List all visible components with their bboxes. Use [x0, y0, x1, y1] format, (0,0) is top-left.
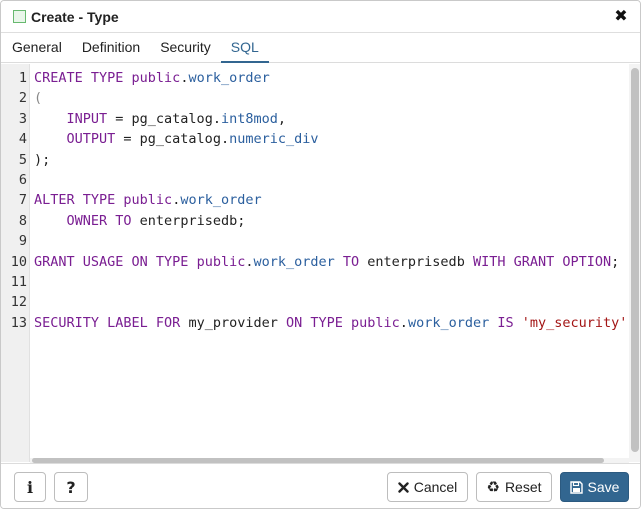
reset-button-label: Reset: [504, 479, 542, 495]
reset-button[interactable]: ♻ Reset: [476, 472, 552, 502]
code-token: numeric_div: [229, 131, 319, 148]
code-token: OWNER TO: [34, 212, 132, 229]
code-token: SECURITY LABEL FOR: [34, 314, 181, 331]
code-token: WITH GRANT OPTION: [472, 253, 612, 270]
type-icon: [13, 10, 26, 23]
line-number: 6: [18, 171, 27, 188]
code-line-text: (: [34, 88, 42, 108]
code-token: my_provider: [180, 314, 286, 331]
code-token: .: [399, 314, 408, 331]
code-line[interactable]: 7 ALTER TYPE public.work_order: [1, 190, 629, 210]
create-type-dialog: Create - Type ✖ General Definition Secur…: [0, 0, 641, 509]
code-token: ALTER TYPE: [34, 192, 116, 209]
code-line-text: CREATE TYPE public.work_order: [34, 68, 270, 88]
code-token: public: [115, 192, 173, 209]
code-token: OUTPUT: [34, 131, 116, 148]
save-button-label: Save: [587, 479, 620, 495]
code-token: work_order: [407, 314, 490, 331]
code-token: ON TYPE: [285, 314, 343, 331]
code-token: = pg_catalog.: [115, 131, 230, 148]
line-number: 3: [18, 110, 27, 127]
code-token: );: [34, 151, 51, 168]
line-number: 9: [18, 233, 27, 250]
line-number: 8: [18, 212, 27, 229]
dialog-titlebar[interactable]: Create - Type ✖: [1, 1, 640, 33]
line-number: 5: [18, 151, 27, 168]
line-number: 10: [10, 253, 27, 270]
info-button[interactable]: i: [14, 472, 46, 502]
line-number: 4: [18, 131, 27, 148]
code-line[interactable]: 12: [1, 292, 629, 312]
code-line-text: OWNER TO enterprisedb;: [34, 211, 246, 231]
code-line-text: OUTPUT = pg_catalog.numeric_div: [34, 129, 319, 149]
code-token: 'my_security': [513, 314, 628, 331]
line-number: 1: [18, 70, 27, 86]
cancel-button-label: Cancel: [413, 479, 458, 495]
code-line-text: ALTER TYPE public.work_order: [34, 190, 262, 210]
save-button[interactable]: Save: [560, 472, 629, 502]
code-line[interactable]: 2(: [1, 88, 629, 108]
code-line[interactable]: 4 OUTPUT = pg_catalog.numeric_div: [1, 129, 629, 149]
tab-definition[interactable]: Definition: [72, 33, 150, 63]
dialog-title: Create - Type: [31, 8, 119, 25]
code-line[interactable]: 5);: [1, 150, 629, 170]
line-number: 12: [10, 294, 27, 311]
code-line[interactable]: 10 GRANT USAGE ON TYPE public.work_order …: [1, 252, 629, 272]
close-icon[interactable]: ✖: [612, 7, 630, 27]
times-icon: [398, 481, 409, 493]
vertical-scrollbar-thumb[interactable]: [631, 68, 639, 452]
code-token: public: [123, 70, 181, 86]
code-token: ,: [277, 110, 286, 127]
code-token: IS: [489, 314, 514, 331]
code-line[interactable]: 11: [1, 272, 629, 292]
line-number: 7: [18, 192, 27, 209]
code-line[interactable]: 13 SECURITY LABEL FOR my_provider ON TYPE…: [1, 313, 629, 333]
code-line[interactable]: 9: [1, 231, 629, 251]
code-line-text: INPUT = pg_catalog.int8mod,: [34, 109, 287, 129]
code-token: work_order: [180, 192, 262, 209]
code-token: enterprisedb;: [131, 212, 246, 229]
code-token: public: [188, 253, 246, 270]
code-token: public: [342, 314, 400, 331]
code-token: = pg_catalog.: [107, 110, 221, 127]
code-token: int8mod: [220, 110, 278, 127]
info-icon: i: [26, 477, 34, 497]
code-token: INPUT: [34, 110, 108, 127]
help-button[interactable]: ?: [54, 472, 88, 502]
code-line[interactable]: 1 CREATE TYPE public.work_order: [1, 68, 629, 88]
dialog-footer: i ? Cancel ♻ Reset Save: [1, 463, 640, 508]
code-line[interactable]: 8 OWNER TO enterprisedb;: [1, 211, 629, 231]
code-token: enterprisedb: [359, 253, 473, 270]
code-token: (: [34, 90, 43, 107]
line-number: 11: [10, 273, 27, 290]
cancel-button[interactable]: Cancel: [387, 472, 468, 502]
tab-bar: General Definition Security SQL: [1, 33, 640, 63]
code-token: ;: [611, 253, 620, 270]
sql-code[interactable]: 1 CREATE TYPE public.work_order 2(3 INPUT …: [1, 68, 629, 458]
code-token: work_order: [188, 70, 270, 86]
code-token: TO: [334, 253, 360, 270]
vertical-scrollbar[interactable]: [629, 64, 640, 462]
code-line-text: GRANT USAGE ON TYPE public.work_order TO…: [34, 252, 619, 272]
floppy-disk-icon: [569, 480, 583, 494]
code-token: work_order: [253, 253, 335, 270]
recycle-icon: ♻: [486, 479, 500, 496]
code-token: GRANT USAGE ON TYPE: [34, 253, 189, 270]
code-line-text: );: [34, 150, 50, 170]
tab-general[interactable]: General: [1, 33, 72, 63]
sql-editor[interactable]: 1 CREATE TYPE public.work_order 2(3 INPUT …: [1, 64, 629, 462]
code-line[interactable]: 6: [1, 170, 629, 190]
code-line[interactable]: 3 INPUT = pg_catalog.int8mod,: [1, 109, 629, 129]
line-number: 13: [10, 314, 27, 331]
tab-sql[interactable]: SQL: [220, 33, 269, 63]
code-line-text: SECURITY LABEL FOR my_provider ON TYPE p…: [34, 313, 627, 333]
help-icon: ?: [66, 477, 76, 497]
tab-security[interactable]: Security: [150, 33, 221, 63]
line-number: 2: [18, 90, 27, 107]
code-token: CREATE TYPE: [34, 70, 124, 86]
